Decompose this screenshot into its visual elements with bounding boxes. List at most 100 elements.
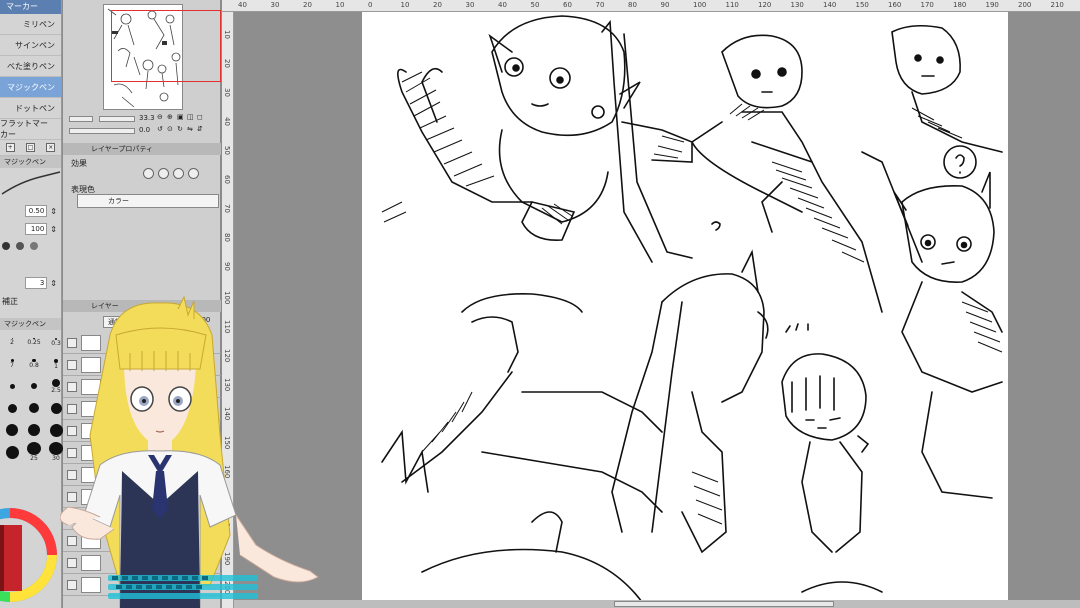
ruler-tick-label: 30	[270, 1, 280, 9]
ruler-tick-label: 180	[953, 1, 967, 9]
brush-size-preset[interactable]: 25	[24, 442, 44, 462]
brush-stroke-preview	[0, 168, 61, 202]
rotate-right-icon[interactable]: ↻	[177, 125, 183, 133]
brush-size-preset[interactable]: 2	[2, 332, 22, 352]
actual-size-icon[interactable]: ◫	[187, 113, 194, 121]
color-wheel-panel[interactable]	[0, 495, 64, 605]
correction-label: 補正	[2, 296, 18, 306]
brush-dot-icon	[6, 424, 18, 436]
brush-size-label: 7	[10, 362, 14, 369]
sub-tool-label: フラットマーカー	[0, 119, 48, 139]
ruler-tick-label: 150	[855, 1, 869, 9]
brush-size-preset[interactable]	[24, 398, 44, 418]
delete-subtool-icon[interactable]: ×	[46, 143, 56, 152]
sub-tool-item[interactable]: フラットマーカー	[0, 119, 61, 140]
vtuber-avatar	[59, 295, 330, 608]
sub-tool-item[interactable]: べた塗りペン	[0, 56, 61, 77]
brush-size-preset[interactable]	[24, 420, 44, 440]
zoom-slider[interactable]	[69, 116, 93, 122]
brush-size-spin-icon[interactable]: ⇕	[50, 207, 57, 216]
rotation-value[interactable]: 0.0	[139, 126, 150, 134]
expression-color-select[interactable]: カラー	[77, 194, 219, 208]
sub-tool-label: ドットペン	[15, 103, 55, 113]
brush-size-preset[interactable]	[2, 420, 22, 440]
fit-view-icon[interactable]: ▣	[177, 113, 184, 121]
effect-label: 効果	[71, 159, 87, 168]
ruler-tick-label: 160	[888, 1, 902, 9]
brush-size-label: 25	[30, 455, 38, 462]
brush-dot-icon	[29, 403, 39, 413]
ruler-tick-label: 80	[223, 233, 231, 242]
brush-tip-presets[interactable]	[0, 238, 61, 254]
zoom-slider-track[interactable]	[99, 116, 135, 122]
sub-tool-item[interactable]: マジックペン	[0, 77, 61, 98]
ruler-tick-label: 40	[498, 1, 507, 9]
brush-size-preset[interactable]: 0.8	[24, 354, 44, 374]
brush-tip-dot-icon[interactable]	[2, 242, 10, 250]
brush-size-label: 0.8	[29, 362, 39, 370]
ruler-tick-label: 110	[725, 1, 739, 9]
stabilization-value[interactable]: 3	[25, 277, 48, 289]
brush-size-label: 30	[52, 455, 60, 462]
extract-line-icon[interactable]	[158, 168, 169, 179]
stabilization-row[interactable]: 3 ⇕	[0, 274, 61, 292]
layer-property-tab[interactable]: レイヤープロパティ	[63, 143, 221, 155]
ruler-tick-label: 200	[1018, 1, 1032, 9]
brush-size-row[interactable]: 0.50 ⇕	[0, 202, 61, 220]
ruler-tick-label: 40	[223, 117, 231, 126]
sub-tool-header: マーカー	[0, 0, 61, 14]
sub-tool-item[interactable]: ミリペン	[0, 14, 61, 35]
ruler-tick-label: 40	[238, 1, 247, 9]
scrollbar-thumb[interactable]	[614, 601, 834, 607]
brush-tip-dot-icon[interactable]	[30, 242, 38, 250]
opacity-row[interactable]: 100 ⇕	[0, 220, 61, 238]
tone-effect-icon[interactable]	[173, 168, 184, 179]
brush-size-preset[interactable]: 7	[2, 354, 22, 374]
canvas-area[interactable]: 40 30 20 10 0 10 20 30 40 50 60 70 80 90 100 110 120 130 1…	[222, 0, 1080, 608]
horizontal-scrollbar[interactable]	[234, 600, 1080, 608]
sub-tool-item[interactable]: ドットペン	[0, 98, 61, 119]
brush-size-preset[interactable]	[24, 376, 44, 396]
new-subtool-icon[interactable]: +	[5, 143, 15, 152]
brush-size-panel-header: マジックペン	[0, 318, 61, 330]
ruler-tick-label: 100	[693, 1, 707, 9]
correction-row: 補正	[0, 292, 61, 310]
brush-size-preset[interactable]	[2, 398, 22, 418]
brush-dot-icon	[31, 383, 37, 389]
drawing-canvas[interactable]	[362, 12, 1008, 608]
fit-window-icon[interactable]: ◻	[197, 113, 203, 121]
rotation-slider[interactable]	[69, 128, 135, 134]
ruler-tick-label: 50	[223, 146, 231, 155]
brush-dot-icon	[27, 442, 41, 455]
navigator-view-frame[interactable]	[111, 10, 221, 82]
zoom-out-icon[interactable]: ⊖	[157, 113, 163, 121]
brush-size-label: 1	[54, 362, 58, 370]
brush-size-preset[interactable]	[2, 376, 22, 396]
layer-color-icon[interactable]	[188, 168, 199, 179]
copy-subtool-icon[interactable]: □	[25, 143, 35, 152]
zoom-in-icon[interactable]: ⊕	[167, 113, 173, 121]
rotate-left-icon[interactable]: ↺	[157, 125, 163, 133]
sub-tool-item[interactable]: サインペン	[0, 35, 61, 56]
opacity-spin-icon[interactable]: ⇕	[50, 225, 57, 234]
opacity-value[interactable]: 100	[25, 223, 48, 235]
flip-vertical-icon[interactable]: ⇵	[197, 125, 203, 133]
brush-size-value[interactable]: 0.50	[25, 205, 48, 217]
brush-size-preset[interactable]	[2, 442, 22, 462]
flip-horizontal-icon[interactable]: ⇋	[187, 125, 193, 133]
ruler-tick-label: 210	[1050, 1, 1064, 9]
sub-tool-actions: + □ ×	[0, 140, 61, 156]
effect-icons	[143, 168, 199, 179]
ruler-tick-label: 70	[223, 204, 231, 213]
border-effect-icon[interactable]	[143, 168, 154, 179]
stabilization-spin-icon[interactable]: ⇕	[50, 279, 57, 288]
brush-tip-dot-icon[interactable]	[16, 242, 24, 250]
zoom-value[interactable]: 33.3	[139, 114, 155, 122]
horizontal-ruler[interactable]: 40 30 20 10 0 10 20 30 40 50 60 70 80 90 100 110 120 130 1…	[222, 0, 1080, 12]
expression-color-value: カラー	[108, 197, 129, 205]
brush-size-preset[interactable]: 0.25	[24, 332, 44, 352]
brush-size-grid: 2 0.25 0.3 7 0.8 1 2.5 25 30	[0, 330, 63, 464]
brush-size-label: 0.25	[27, 339, 41, 347]
reset-rotation-icon[interactable]: ⊙	[167, 125, 173, 133]
sub-tool-label: マジックペン	[7, 82, 55, 92]
